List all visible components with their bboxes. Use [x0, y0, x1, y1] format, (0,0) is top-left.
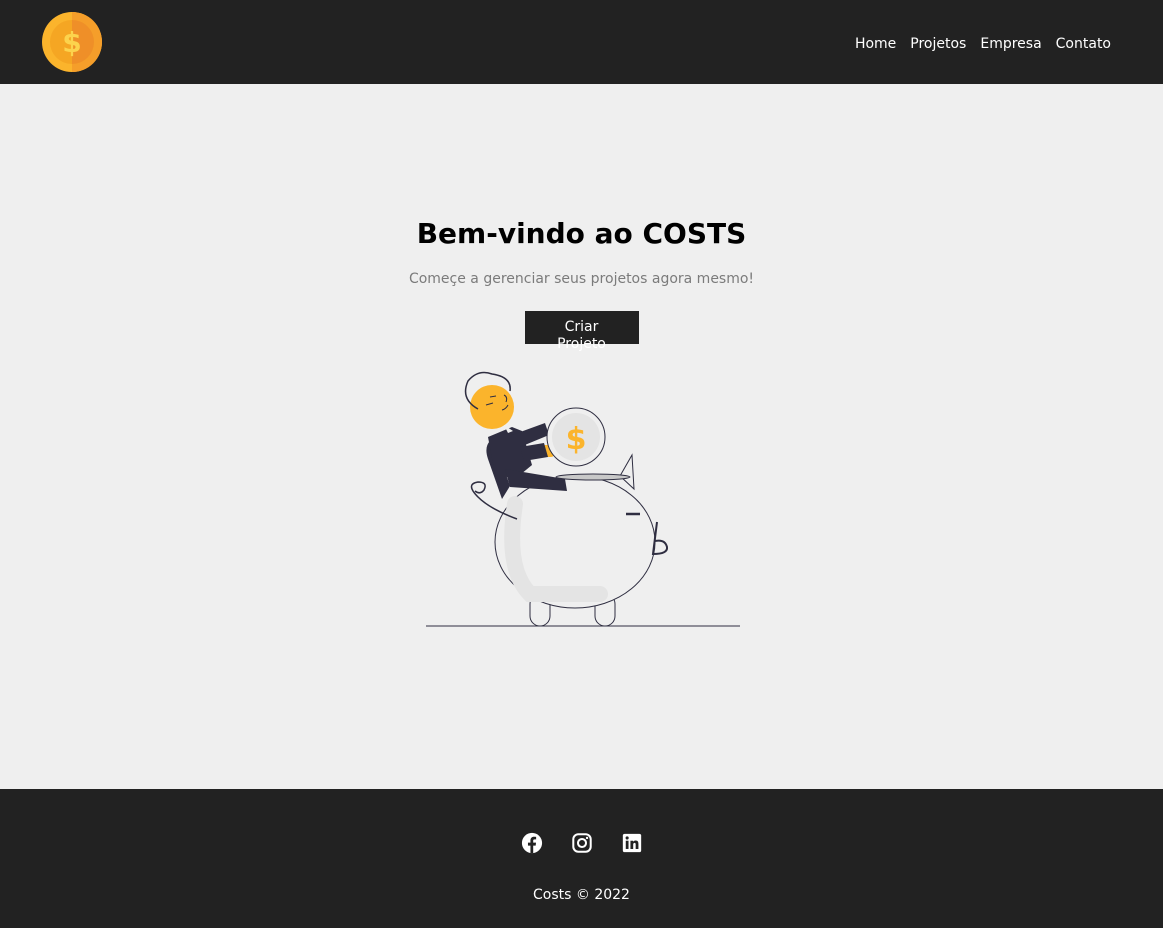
linkedin-link[interactable]	[621, 832, 643, 854]
facebook-icon	[521, 832, 542, 854]
navbar: $ Home Projetos Empresa Contato	[0, 0, 1163, 84]
nav-link-home[interactable]: Home	[855, 36, 896, 52]
svg-text:$: $	[566, 422, 587, 457]
footer: Costs © 2022	[0, 789, 1163, 928]
savings-piggy-bank-illustration: $	[426, 371, 740, 627]
home-section: Bem-vindo ao COSTS Começe a gerenciar se…	[0, 84, 1163, 789]
nav-link-empresa[interactable]: Empresa	[980, 36, 1041, 52]
linkedin-icon	[622, 833, 641, 853]
instagram-icon	[571, 833, 592, 853]
page-title: Bem-vindo ao COSTS	[416, 217, 747, 250]
instagram-link[interactable]	[571, 832, 593, 854]
svg-text:$: $	[62, 26, 81, 59]
nav-menu: Home Projetos Empresa Contato	[841, 33, 1111, 52]
nav-link-contato[interactable]: Contato	[1056, 36, 1111, 52]
coin-dollar-icon: $	[42, 12, 102, 72]
facebook-link[interactable]	[521, 832, 543, 854]
page-subtitle: Começe a gerenciar seus projetos agora m…	[408, 271, 755, 287]
create-project-button[interactable]: Criar Projeto	[524, 311, 639, 352]
copyright-text: Costs © 2022	[533, 887, 630, 903]
social-links	[0, 832, 1163, 854]
logo-link[interactable]: $	[41, 11, 103, 73]
nav-link-projetos[interactable]: Projetos	[910, 36, 966, 52]
